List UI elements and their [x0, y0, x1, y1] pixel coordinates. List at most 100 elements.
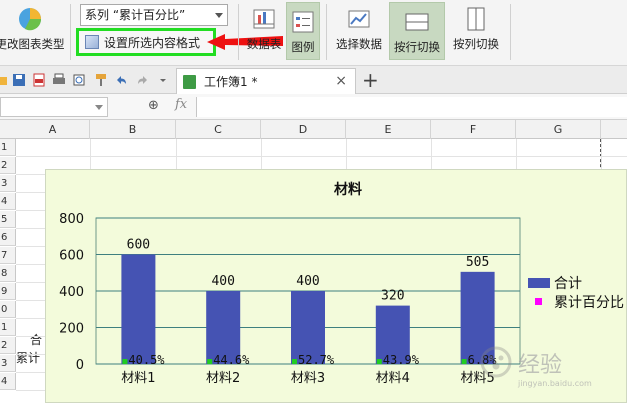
chart-title: 材料 [334, 181, 362, 198]
ribbon-toolbar: 更改图表类型 系列 “累计百分比” 设置所选内容格式 数据表 图例 选择数据 按… [0, 0, 627, 66]
format-icon [85, 35, 99, 49]
function-icon[interactable]: fx [175, 97, 187, 112]
row-header[interactable]: 3 [0, 355, 16, 372]
column-header[interactable]: G [516, 120, 601, 139]
spreadsheet-icon [183, 74, 196, 89]
chevron-down-icon [95, 105, 103, 110]
bar-data-label: 505 [466, 255, 489, 270]
x-tick-label: 材料1 [121, 371, 155, 386]
quick-access-bar: 工作簿1 * × + [0, 66, 627, 94]
percent-marker [122, 359, 128, 364]
watermark-subtext: jingyan.baidu.com [517, 379, 592, 388]
print-preview-icon[interactable] [72, 73, 86, 87]
format-painter-icon[interactable] [94, 73, 108, 87]
x-tick-label: 材料4 [376, 371, 410, 386]
row-header[interactable]: 1 [0, 139, 16, 156]
switch-columns-button[interactable]: 按列切换 [448, 0, 504, 62]
column-header[interactable]: D [261, 120, 346, 139]
column-header[interactable]: A [16, 120, 90, 139]
select-data-button[interactable]: 选择数据 [332, 0, 386, 62]
chevron-down-icon [215, 13, 223, 18]
percent-data-label: 44.6% [213, 353, 250, 367]
legend-swatch-total [528, 278, 550, 288]
formula-input[interactable] [196, 97, 627, 117]
column-header[interactable]: B [90, 120, 176, 139]
percent-data-label: 52.7% [298, 353, 335, 367]
row-header[interactable]: 5 [0, 211, 16, 228]
bar [121, 254, 156, 364]
row-header[interactable]: 4 [0, 193, 16, 210]
legend-label-percent: 累计百分比 [554, 295, 624, 311]
pdf-icon[interactable] [32, 73, 46, 87]
row-header[interactable]: 2 [0, 157, 16, 174]
format-selection-label: 设置所选内容格式 [104, 35, 201, 50]
ribbon-separator [510, 4, 511, 60]
save-icon[interactable] [12, 73, 26, 87]
data-table-icon [253, 9, 275, 29]
row-header[interactable]: 1 [0, 319, 16, 336]
name-box[interactable] [0, 97, 108, 117]
ribbon-separator [326, 4, 327, 60]
formula-bar: ⊕ fx [0, 94, 627, 120]
add-tab-icon[interactable]: + [362, 68, 379, 92]
row-header[interactable]: 2 [0, 337, 16, 354]
bar-data-label: 400 [211, 274, 234, 289]
change-chart-type-label: 更改图表类型 [0, 37, 65, 51]
more-icon[interactable] [156, 73, 170, 87]
row-header[interactable]: 9 [0, 283, 16, 300]
column-header[interactable]: E [346, 120, 431, 139]
column-headers: ABCDEFG [0, 120, 627, 139]
legend-swatch-percent [535, 298, 542, 305]
pie-chart-icon [19, 8, 42, 31]
percent-marker [207, 359, 213, 364]
series-select[interactable]: 系列 “累计百分比” [80, 4, 228, 26]
percent-marker [376, 359, 382, 364]
row-header[interactable]: 7 [0, 247, 16, 264]
switch-rows-button[interactable]: 按行切换 [389, 2, 445, 60]
y-tick-label: 600 [59, 249, 84, 264]
y-tick-label: 400 [59, 285, 84, 300]
switch-rows-label: 按行切换 [394, 40, 440, 54]
y-tick-label: 800 [59, 212, 84, 227]
bar-data-label: 400 [296, 274, 319, 289]
cell-fragment[interactable]: 合 [30, 331, 42, 348]
undo-icon[interactable] [114, 73, 128, 87]
x-tick-label: 材料3 [291, 371, 325, 386]
gridline [16, 156, 627, 157]
row-header[interactable]: 6 [0, 229, 16, 246]
folder-icon[interactable] [0, 73, 8, 87]
close-icon[interactable]: × [335, 73, 347, 89]
row-header[interactable]: 4 [0, 373, 16, 390]
legend-icon [292, 11, 314, 33]
bar-data-label: 600 [127, 238, 150, 253]
watermark-text: 经验 [518, 353, 562, 378]
row-header[interactable]: 8 [0, 265, 16, 282]
x-tick-label: 材料2 [206, 371, 240, 386]
bar-data-label: 320 [381, 289, 404, 304]
print-icon[interactable] [52, 73, 66, 87]
percent-marker [461, 359, 467, 364]
data-table-label: 数据表 [246, 37, 282, 51]
row-header[interactable]: 0 [0, 301, 16, 318]
format-selection-button[interactable]: 设置所选内容格式 [76, 28, 216, 56]
legend-button[interactable]: 图例 [286, 2, 320, 60]
column-header[interactable]: F [431, 120, 516, 139]
tab-workbook[interactable]: 工作簿1 * × [176, 68, 356, 94]
redo-icon[interactable] [136, 73, 150, 87]
percent-data-label: 43.9% [383, 353, 420, 367]
ribbon-separator [70, 4, 71, 60]
series-select-value: 系列 “累计百分比” [85, 8, 186, 22]
select-data-label: 选择数据 [336, 37, 382, 51]
zoom-icon[interactable]: ⊕ [148, 98, 159, 113]
column-header[interactable]: C [176, 120, 261, 139]
cell-fragment[interactable]: 累计 [16, 349, 44, 366]
select-data-icon [348, 10, 370, 28]
switch-columns-label: 按列切换 [453, 37, 499, 51]
row-header[interactable]: 3 [0, 175, 16, 192]
data-table-button[interactable]: 数据表 [244, 0, 284, 62]
legend-label-total: 合计 [554, 276, 582, 292]
percent-marker [292, 359, 297, 364]
watermark-logo: 经验 jingyan.baidu.com [480, 346, 592, 388]
change-chart-type-button[interactable]: 更改图表类型 [0, 0, 68, 62]
switch-columns-icon [467, 7, 485, 31]
